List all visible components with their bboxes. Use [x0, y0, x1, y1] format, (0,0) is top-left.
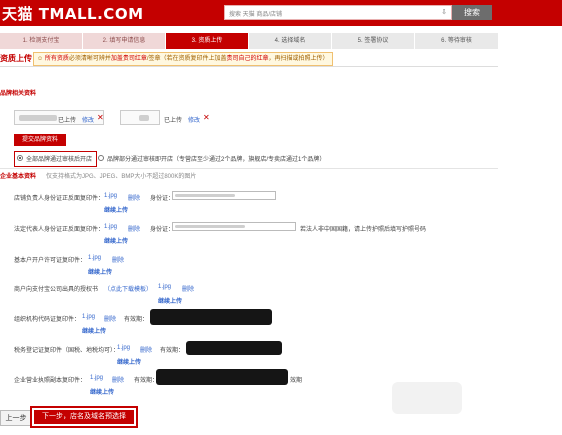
- company-section-label: 企业基本资料: [0, 174, 37, 180]
- step-2: 2. 填写申请信息: [83, 33, 165, 49]
- brand-1-modify-link[interactable]: 修改: [82, 115, 94, 124]
- row-1-label: 店铺负责人身份证正反面复印件：: [14, 196, 105, 202]
- brand-1-status: 已上传: [58, 118, 77, 124]
- step-1: 1. 检测支付宝: [0, 33, 82, 49]
- notice-suffix: ，再扫描或拍照上传）: [268, 56, 329, 62]
- row-2-id-input[interactable]: [172, 222, 296, 231]
- row-5-delete[interactable]: 删除: [104, 314, 116, 323]
- row-7-label: 企业营业执照副本复印件：: [14, 378, 87, 384]
- blurred-watermark: [392, 382, 462, 414]
- row-4-template-link[interactable]: （点此下载模板）: [104, 284, 152, 293]
- row-4-file[interactable]: 1.jpg: [158, 284, 171, 290]
- row-7-validity-label: 有效期：: [134, 378, 159, 384]
- title-bar: 资质上传 ☺ 所有资质必须清晰可辨并加盖贵司红章/签章（若在资质复印件上加盖贵司…: [0, 52, 498, 67]
- notice-red-1: 加盖贵司红章: [110, 56, 147, 62]
- brand-2-modify-link[interactable]: 修改: [188, 115, 200, 124]
- row-3-continue-upload[interactable]: 继续上传: [88, 267, 112, 276]
- notice-middle-2: /签章（若在资质复印件上加盖: [146, 56, 227, 62]
- row-2-file[interactable]: 1.jpg: [104, 224, 117, 230]
- row-6-label: 税务登记证复印件（国税、地税均可）：: [14, 348, 120, 354]
- top-header: 天猫 TMALL.COM 搜索 天猫 商品/店铺 ⇩ 搜索: [0, 0, 562, 26]
- row-3-delete[interactable]: 删除: [112, 255, 124, 264]
- radio-partial-brands-label: 品牌部分通过审核即开店（专营店至少通过2个品牌，旗舰店/专卖店通过1个品牌）: [107, 157, 326, 163]
- step-6: 6. 等待审核: [415, 33, 498, 49]
- radio-partial-brands[interactable]: [98, 155, 104, 161]
- step-4: 4. 选择域名: [249, 33, 331, 49]
- progress-steps: 1. 检测支付宝 2. 填写申请信息 3. 资质上传 4. 选择域名 5. 签署…: [0, 33, 498, 49]
- step-3-current: 3. 资质上传: [166, 33, 248, 49]
- row-6-continue-upload[interactable]: 继续上传: [117, 357, 141, 366]
- row-5-continue-upload[interactable]: 继续上传: [82, 326, 106, 335]
- step-5: 5. 签署协议: [332, 33, 414, 49]
- tmall-logo[interactable]: 天猫 TMALL.COM: [2, 3, 144, 24]
- row-4-label: 商户向支付宝公司出具的授权书: [14, 287, 99, 293]
- previous-step-button[interactable]: 上一步: [0, 410, 32, 426]
- row-4-delete[interactable]: 删除: [182, 284, 194, 293]
- row-5-label: 组织机构代码证复印件：: [14, 317, 81, 323]
- blurred-brand-name: [139, 115, 149, 121]
- radio-all-brands[interactable]: [17, 155, 23, 161]
- row-7-suffix: 效期: [290, 378, 303, 384]
- brand-1-delete-icon[interactable]: ✕: [97, 114, 104, 122]
- row-6-delete[interactable]: 删除: [140, 345, 152, 354]
- blurred-brand-name: [19, 115, 57, 121]
- row-3-file[interactable]: 1.jpg: [88, 255, 101, 261]
- divider: [0, 168, 498, 169]
- brand-file-box-2: [120, 110, 160, 125]
- row-2-extra: 若法人非中国国籍，请上传护照后填写护照号码: [300, 227, 427, 233]
- notice-prefix: 所有资质: [44, 56, 69, 62]
- row-2-delete[interactable]: 删除: [128, 224, 140, 233]
- microphone-icon[interactable]: ⇩: [441, 8, 447, 16]
- search-input[interactable]: 搜索 天猫 商品/店铺 ⇩: [224, 5, 452, 20]
- redacted-block: [150, 309, 272, 325]
- row-1-file[interactable]: 1.jpg: [104, 193, 117, 199]
- brand-2-delete-icon[interactable]: ✕: [203, 114, 210, 122]
- row-6-file[interactable]: 1.jpg: [117, 345, 130, 351]
- redacted-block: [156, 369, 288, 385]
- row-1-continue-upload[interactable]: 继续上传: [104, 205, 128, 214]
- next-step-button[interactable]: 下一步，店名及域名预选择: [34, 410, 134, 424]
- page-title: 资质上传: [0, 54, 32, 63]
- brand-section-label: 品牌相关资料: [0, 91, 37, 97]
- row-2-continue-upload[interactable]: 继续上传: [104, 236, 128, 245]
- row-3-label: 基本户开户许可证复印件：: [14, 258, 87, 264]
- search-placeholder: 搜索 天猫 商品/店铺: [229, 12, 283, 18]
- submit-brand-button[interactable]: 提交品牌资料: [14, 134, 66, 146]
- search-button[interactable]: 搜索: [452, 5, 492, 20]
- row-7-continue-upload[interactable]: 继续上传: [90, 387, 114, 396]
- radio-all-brands-label: 全部品牌通过审核后开店: [26, 157, 93, 163]
- row-6-validity-label: 有效期：: [160, 348, 185, 354]
- blurred-id: [175, 194, 235, 197]
- row-2-id-label: 身份证：: [150, 227, 175, 233]
- notice-banner: ☺ 所有资质必须清晰可辨并加盖贵司红章/签章（若在资质复印件上加盖贵司自己的红章…: [33, 52, 333, 66]
- notice-warning-icon: ☺: [37, 56, 44, 62]
- row-2-label: 法定代表人身份证正反面复印件：: [14, 227, 105, 233]
- row-1-id-input[interactable]: [172, 191, 276, 200]
- row-4-continue-upload[interactable]: 继续上传: [158, 296, 182, 305]
- format-hint: 仅支持格式为JPG、JPEG、BMP大小不超过800K的图片: [46, 174, 197, 180]
- redacted-block: [186, 341, 282, 355]
- brand-2-status: 已上传: [164, 118, 183, 124]
- row-7-delete[interactable]: 删除: [112, 375, 124, 384]
- row-5-file[interactable]: 1.jpg: [82, 314, 95, 320]
- row-5-validity-label: 有效期：: [124, 317, 149, 323]
- notice-red-2: 贵司自己的红章: [226, 56, 269, 62]
- blurred-id: [175, 225, 245, 228]
- notice-middle: 必须清晰可辨并: [68, 56, 111, 62]
- row-1-id-label: 身份证：: [150, 196, 175, 202]
- row-7-file[interactable]: 1.jpg: [90, 375, 103, 381]
- row-1-delete[interactable]: 删除: [128, 193, 140, 202]
